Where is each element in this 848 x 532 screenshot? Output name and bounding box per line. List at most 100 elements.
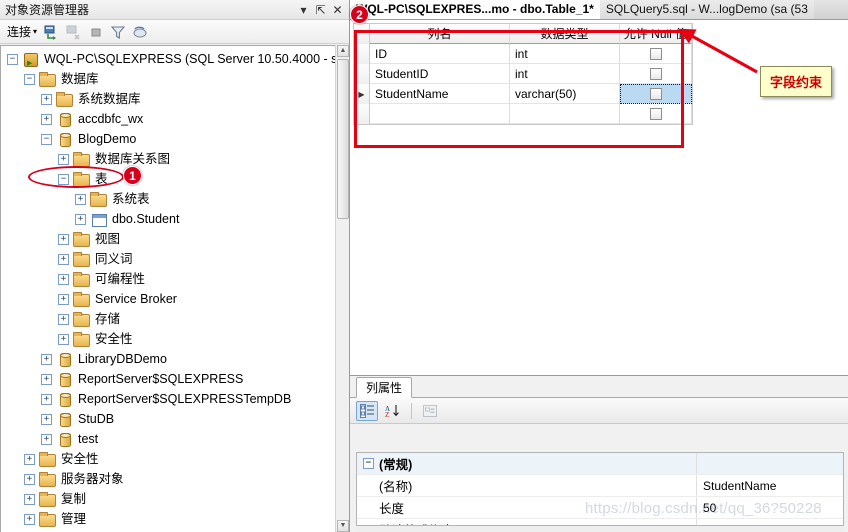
row-selector[interactable]: [354, 104, 370, 124]
close-icon[interactable]: ✕: [329, 1, 346, 18]
allow-null-checkbox[interactable]: [649, 107, 662, 120]
property-value[interactable]: StudentName: [697, 479, 843, 493]
cell-column-name[interactable]: [370, 104, 510, 124]
cell-data-type[interactable]: varchar(50): [510, 84, 620, 104]
tree-node[interactable]: + StuDB: [1, 409, 335, 429]
tab-sqlquery5[interactable]: SQLQuery5.sql - W...logDemo (sa (53: [599, 0, 814, 19]
expand-toggle-icon[interactable]: +: [41, 113, 52, 125]
tree-node[interactable]: + 可编程性: [1, 269, 335, 289]
expand-toggle-icon[interactable]: +: [58, 233, 69, 245]
expand-toggle-icon[interactable]: +: [58, 293, 69, 305]
filter-icon[interactable]: [108, 22, 128, 42]
scrollbar-thumb[interactable]: [337, 59, 349, 219]
expand-toggle-icon[interactable]: +: [75, 193, 86, 205]
tab-column-properties[interactable]: 列属性: [356, 377, 413, 398]
cell-allow-null[interactable]: [620, 64, 692, 84]
tree-node[interactable]: − WQL-PC\SQLEXPRESS (SQL Server 10.50.400…: [1, 49, 335, 74]
scroll-up-arrow-icon[interactable]: ▲: [337, 45, 349, 57]
expand-toggle-icon[interactable]: +: [24, 473, 35, 485]
cell-allow-null[interactable]: [620, 84, 692, 104]
collapse-toggle-icon[interactable]: −: [363, 458, 374, 469]
row-selector[interactable]: ▶: [354, 84, 370, 104]
categorized-view-icon[interactable]: [356, 400, 378, 421]
object-explorer-tree[interactable]: −WQL-PC\SQLEXPRESS (SQL Server 10.50.400…: [0, 45, 335, 532]
cell-data-type[interactable]: [510, 104, 620, 124]
expand-toggle-icon[interactable]: +: [58, 313, 69, 325]
scroll-down-arrow-icon[interactable]: ▼: [337, 520, 349, 532]
tree-node[interactable]: + ReportServer$SQLEXPRESS: [1, 369, 335, 389]
tree-node[interactable]: − 数据库: [1, 69, 335, 89]
tree-node[interactable]: + LibraryDBDemo: [1, 349, 335, 369]
row-selector[interactable]: [354, 44, 370, 64]
refresh-icon[interactable]: [130, 22, 150, 42]
disconnect-icon[interactable]: [64, 22, 84, 42]
expand-toggle-icon[interactable]: +: [58, 153, 69, 165]
tree-node[interactable]: + 服务器对象: [1, 469, 335, 489]
expand-toggle-icon[interactable]: +: [24, 453, 35, 465]
column-definition-grid[interactable]: 列名 数据类型 允许 Null 值 ID int StudentID int ▶ Stud…: [353, 23, 693, 125]
tree-node[interactable]: + accdbfc_wx: [1, 109, 335, 129]
cell-allow-null[interactable]: [620, 44, 692, 64]
tree-node[interactable]: + 安全性: [1, 329, 335, 349]
property-row[interactable]: − (常规): [357, 453, 843, 475]
tree-node[interactable]: + 存储: [1, 309, 335, 329]
expand-toggle-icon[interactable]: +: [24, 513, 35, 525]
tree-node[interactable]: + 同义词: [1, 249, 335, 269]
collapse-toggle-icon[interactable]: −: [24, 73, 35, 85]
table-row[interactable]: ID int: [354, 44, 692, 64]
connect-object-explorer-icon[interactable]: [42, 22, 62, 42]
property-row[interactable]: 默认值或绑定: [357, 519, 843, 525]
cell-data-type[interactable]: int: [510, 44, 620, 64]
column-header-datatype[interactable]: 数据类型: [510, 24, 620, 44]
expand-toggle-icon[interactable]: +: [41, 93, 52, 105]
cell-column-name[interactable]: ID: [370, 44, 510, 64]
tab-table-designer[interactable]: WQL-PC\SQLEXPRES...mo - dbo.Table_1*: [350, 0, 600, 19]
tree-node[interactable]: + 视图: [1, 229, 335, 249]
property-pages-icon[interactable]: [419, 401, 441, 421]
tree-node[interactable]: + 数据库关系图: [1, 149, 335, 169]
cell-allow-null[interactable]: [620, 104, 692, 124]
expand-toggle-icon[interactable]: +: [24, 493, 35, 505]
tree-node[interactable]: − BlogDemo: [1, 129, 335, 149]
properties-horizontal-scrollbar[interactable]: [356, 526, 844, 532]
tree-node[interactable]: + test: [1, 429, 335, 449]
cell-column-name[interactable]: StudentName: [370, 84, 510, 104]
allow-null-checkbox[interactable]: [649, 47, 662, 60]
alphabetical-sort-icon[interactable]: AZ: [382, 401, 404, 421]
property-row[interactable]: 长度 50: [357, 497, 843, 519]
expand-toggle-icon[interactable]: +: [58, 333, 69, 345]
tree-node[interactable]: + ReportServer$SQLEXPRESSTempDB: [1, 389, 335, 409]
connect-button[interactable]: 连接 ▾: [4, 22, 40, 41]
tree-node[interactable]: + dbo.Student: [1, 209, 335, 229]
expand-toggle-icon[interactable]: +: [41, 413, 52, 425]
column-header-allow-null[interactable]: 允许 Null 值: [620, 24, 692, 44]
tree-node[interactable]: + 系统数据库: [1, 89, 335, 109]
expand-toggle-icon[interactable]: +: [41, 393, 52, 405]
table-row[interactable]: StudentID int: [354, 64, 692, 84]
cell-column-name[interactable]: StudentID: [370, 64, 510, 84]
collapse-toggle-icon[interactable]: −: [7, 53, 18, 65]
expand-toggle-icon[interactable]: +: [58, 253, 69, 265]
object-explorer-vertical-scrollbar[interactable]: ▲ ▼: [335, 45, 349, 532]
tree-node[interactable]: + 系统表: [1, 189, 335, 209]
row-selector[interactable]: [354, 64, 370, 84]
expand-toggle-icon[interactable]: +: [58, 273, 69, 285]
expand-toggle-icon[interactable]: +: [75, 213, 86, 225]
table-row[interactable]: [354, 104, 692, 124]
column-header-name[interactable]: 列名: [370, 24, 510, 44]
expand-toggle-icon[interactable]: +: [41, 433, 52, 445]
tree-node[interactable]: + 管理: [1, 509, 335, 529]
expand-toggle-icon[interactable]: +: [41, 353, 52, 365]
dropdown-icon[interactable]: ▾: [295, 1, 312, 18]
table-row[interactable]: ▶ StudentName varchar(50): [354, 84, 692, 104]
property-value[interactable]: 50: [697, 501, 843, 515]
allow-null-checkbox[interactable]: [649, 87, 662, 100]
cell-data-type[interactable]: int: [510, 64, 620, 84]
tree-node[interactable]: + 复制: [1, 489, 335, 509]
collapse-toggle-icon[interactable]: −: [41, 133, 52, 145]
tree-node[interactable]: + 安全性: [1, 449, 335, 469]
tree-node[interactable]: + Service Broker: [1, 289, 335, 309]
allow-null-checkbox[interactable]: [649, 67, 662, 80]
expand-toggle-icon[interactable]: +: [41, 373, 52, 385]
properties-grid[interactable]: −(常规)(名称)StudentName长度50默认值或绑定数据类型varcha…: [356, 452, 844, 526]
